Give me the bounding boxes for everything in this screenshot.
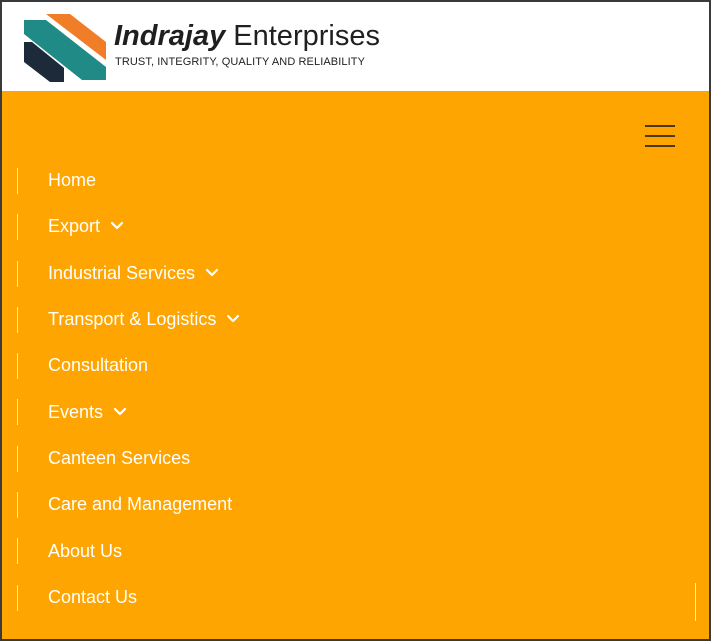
hamburger-line [645, 145, 675, 147]
nav-item-label: About Us [48, 540, 123, 561]
chevron-down-icon[interactable] [110, 221, 124, 231]
nav-item-care-and-management[interactable]: Care and Management [17, 481, 695, 527]
brand-name: Indrajay Enterprises [114, 19, 380, 53]
site-header: Indrajay Enterprises TRUST, INTEGRITY, Q… [2, 2, 709, 91]
nav-item-canteen-services[interactable]: Canteen Services [17, 435, 695, 481]
page-frame: Indrajay Enterprises TRUST, INTEGRITY, Q… [0, 0, 711, 641]
nav-divider [695, 583, 696, 621]
nav-item-consultation[interactable]: Consultation [17, 342, 695, 388]
nav-menu: Home Export Industrial Services Transport &… [17, 157, 695, 620]
nav-item-label: Industrial Services [48, 262, 196, 283]
chevron-down-icon[interactable] [113, 407, 127, 417]
chevron-down-icon[interactable] [226, 314, 240, 324]
nav-item-label: Consultation [48, 355, 149, 376]
nav-item-label: Home [48, 170, 97, 191]
nav-item-label: Export [48, 216, 101, 237]
nav-item-label: Contact Us [48, 586, 138, 607]
indrajay-logo-icon[interactable] [22, 12, 106, 82]
nav-item-industrial-services[interactable]: Industrial Services [17, 250, 695, 296]
chevron-down-icon[interactable] [205, 268, 219, 278]
brand-tagline: TRUST, INTEGRITY, QUALITY AND RELIABILIT… [115, 56, 366, 68]
hamburger-line [645, 125, 675, 127]
hamburger-line [645, 135, 675, 137]
mobile-nav-panel: Home Export Industrial Services Transport &… [2, 91, 709, 639]
nav-item-contact-us[interactable]: Contact Us [17, 574, 695, 620]
hamburger-menu-icon[interactable] [642, 121, 678, 151]
nav-item-about-us[interactable]: About Us [17, 527, 695, 573]
nav-item-home[interactable]: Home [17, 157, 695, 203]
nav-item-label: Transport & Logistics [48, 309, 217, 330]
nav-item-export[interactable]: Export [17, 203, 695, 249]
nav-item-label: Events [48, 401, 104, 422]
nav-item-transport-and-logistics[interactable]: Transport & Logistics [17, 296, 695, 342]
brand-name-light: Enterprises [233, 20, 380, 52]
nav-item-events[interactable]: Events [17, 388, 695, 434]
nav-item-label: Care and Management [48, 494, 233, 515]
brand-name-strong: Indrajay [114, 20, 226, 52]
nav-item-label: Canteen Services [48, 447, 191, 468]
